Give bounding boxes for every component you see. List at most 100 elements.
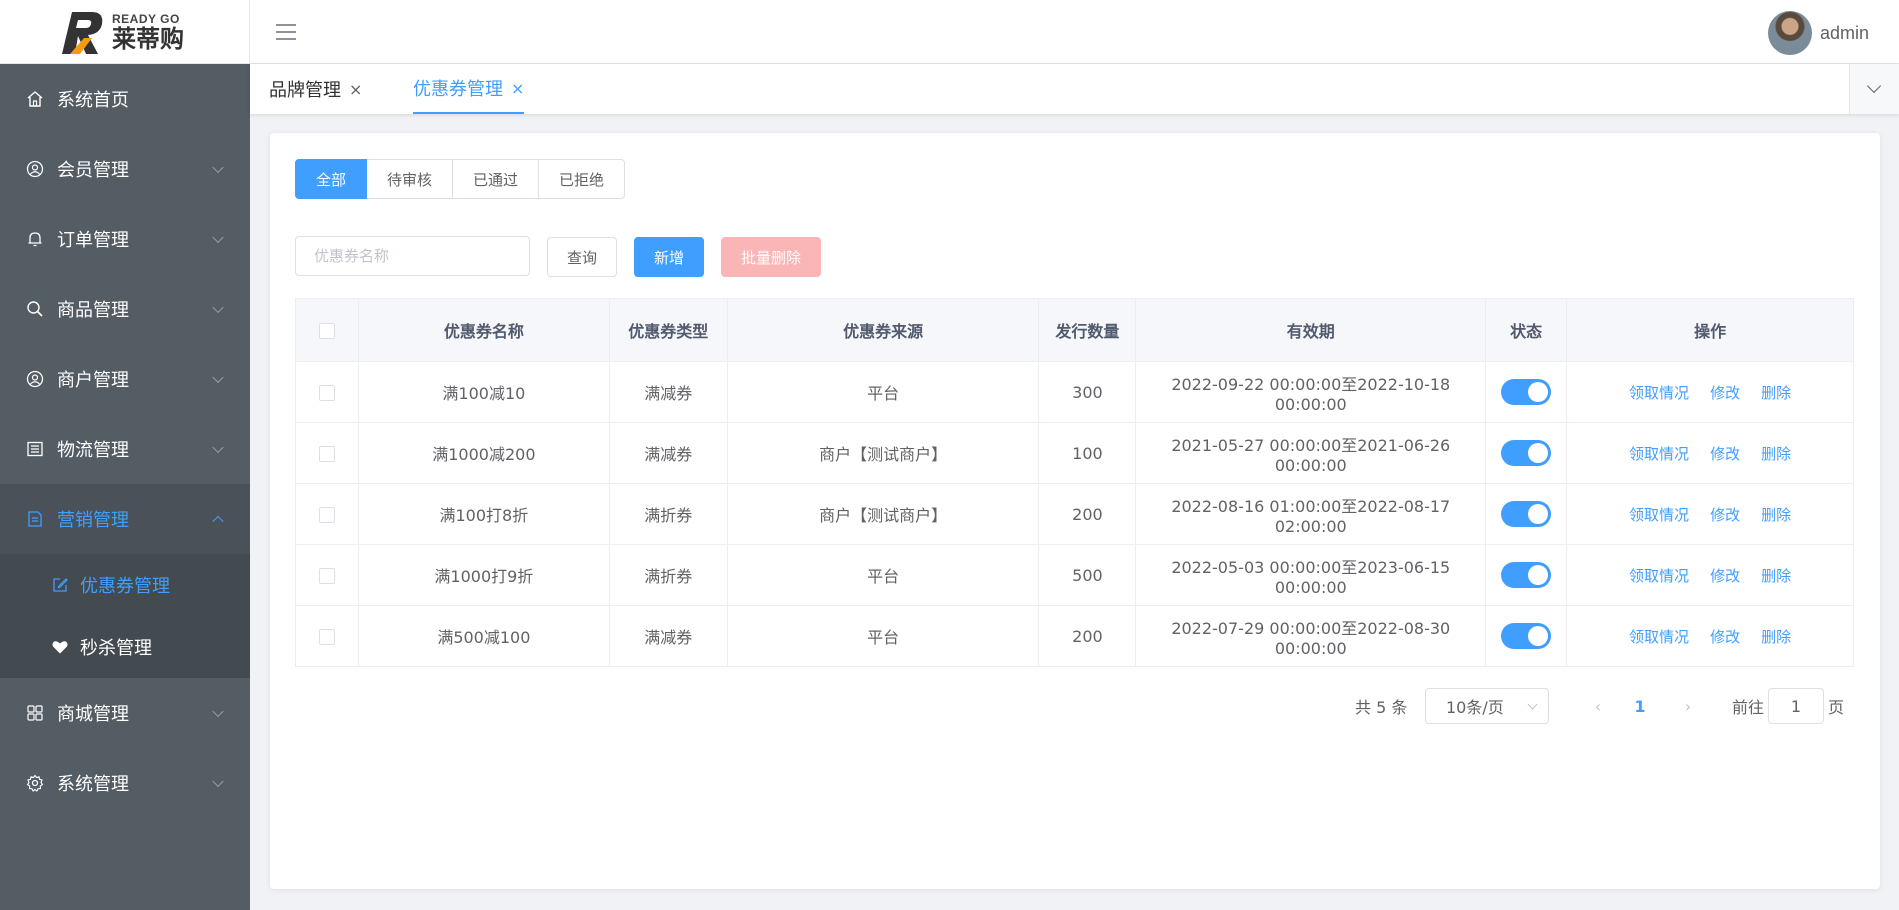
row-checkbox[interactable] xyxy=(318,568,335,584)
sidebar-item-label: 商户管理 xyxy=(57,370,129,391)
edit-link[interactable]: 修改 xyxy=(1710,445,1740,463)
close-icon[interactable]: × xyxy=(349,80,362,99)
sidebar-item-mall[interactable]: 商城管理 xyxy=(0,678,250,748)
logo-mark xyxy=(58,8,110,56)
sidebar-subitem-coupons[interactable]: 优惠券管理 xyxy=(0,554,250,616)
menu-toggle-icon[interactable] xyxy=(276,24,296,40)
coupon-source: 平台 xyxy=(726,544,1040,606)
sidebar-subitem-label: 优惠券管理 xyxy=(80,576,170,597)
claims-link[interactable]: 领取情况 xyxy=(1629,567,1689,585)
logo-cn: 莱蒂购 xyxy=(112,24,184,53)
edit-icon xyxy=(50,575,70,595)
table-row: 满1000打9折 满折券 平台 500 2022-05-03 00:00:00至… xyxy=(295,544,1854,606)
avatar xyxy=(1767,11,1812,55)
logo: READY GO 莱蒂购 xyxy=(0,0,250,64)
delete-link[interactable]: 删除 xyxy=(1761,567,1791,585)
sidebar-item-members[interactable]: 会员管理 xyxy=(0,134,250,204)
sidebar-item-products[interactable]: 商品管理 xyxy=(0,274,250,344)
row-checkbox[interactable] xyxy=(318,446,335,462)
delete-link[interactable]: 删除 xyxy=(1761,628,1791,646)
goto-page-input[interactable] xyxy=(1768,688,1825,724)
page-suffix: 页 xyxy=(1828,698,1845,717)
page-number-current[interactable]: 1 xyxy=(1628,688,1652,724)
coupon-period: 2022-08-16 01:00:00至2022-08-17 02:00:00 xyxy=(1135,483,1487,545)
edit-link[interactable]: 修改 xyxy=(1710,628,1740,646)
status-cell xyxy=(1485,544,1568,606)
status-toggle[interactable] xyxy=(1501,501,1552,527)
status-tab-pending[interactable]: 待审核 xyxy=(367,159,454,199)
tab-coupon-management[interactable]: 优惠券管理 × xyxy=(413,64,525,114)
pagination-total: 共 5 条 xyxy=(1355,698,1408,717)
coupon-name-search-input[interactable] xyxy=(295,236,530,276)
user-menu[interactable]: admin xyxy=(1767,11,1869,55)
edit-link[interactable]: 修改 xyxy=(1710,384,1740,402)
status-tab-all[interactable]: 全部 xyxy=(295,159,368,199)
sidebar-subitem-flash-sale[interactable]: 秒杀管理 xyxy=(0,616,250,678)
username: admin xyxy=(1819,22,1869,43)
row-checkbox[interactable] xyxy=(318,629,335,645)
row-select-cell xyxy=(295,544,359,606)
claims-link[interactable]: 领取情况 xyxy=(1629,506,1689,524)
status-toggle[interactable] xyxy=(1501,562,1552,588)
tabs-dropdown-button[interactable] xyxy=(1849,64,1899,114)
row-checkbox[interactable] xyxy=(318,385,335,401)
coupon-type: 满折券 xyxy=(608,544,728,606)
row-select-cell xyxy=(295,422,359,484)
status-cell xyxy=(1485,361,1568,423)
list-icon xyxy=(25,439,45,459)
status-tab-approved[interactable]: 已通过 xyxy=(453,159,540,199)
sidebar-item-merchants[interactable]: 商户管理 xyxy=(0,344,250,414)
query-button[interactable]: 查询 xyxy=(547,237,617,277)
heart-icon xyxy=(50,637,70,657)
status-toggle[interactable] xyxy=(1501,623,1552,649)
row-select-cell xyxy=(295,361,359,423)
delete-link[interactable]: 删除 xyxy=(1761,506,1791,524)
page-size-select[interactable]: 10条/页 xyxy=(1425,688,1549,724)
select-all-checkbox[interactable] xyxy=(318,323,335,339)
sidebar-item-logistics[interactable]: 物流管理 xyxy=(0,414,250,484)
coupon-name: 满100减10 xyxy=(357,361,610,423)
row-checkbox[interactable] xyxy=(318,507,335,523)
search-icon xyxy=(25,299,45,319)
coupon-type: 满减券 xyxy=(608,361,728,423)
close-icon[interactable]: × xyxy=(511,79,524,98)
coupon-name: 满100打8折 xyxy=(357,483,610,545)
status-toggle[interactable] xyxy=(1501,379,1552,405)
coupon-count: 100 xyxy=(1038,422,1137,484)
sidebar-item-marketing[interactable]: 营销管理 xyxy=(0,484,250,554)
column-header: 状态 xyxy=(1485,298,1568,362)
coupon-type: 满折券 xyxy=(608,483,728,545)
logo-en: READY GO xyxy=(112,11,180,26)
coupon-table: 优惠券名称 优惠券类型 优惠券来源 发行数量 有效期 状态 操作 满100减10… xyxy=(295,298,1854,667)
coupon-count: 200 xyxy=(1038,483,1137,545)
coupon-count: 500 xyxy=(1038,544,1137,606)
delete-link[interactable]: 删除 xyxy=(1761,384,1791,402)
next-page-button[interactable]: › xyxy=(1676,688,1700,724)
batch-delete-button[interactable]: 批量删除 xyxy=(721,237,821,277)
tab-brand-management[interactable]: 品牌管理 × xyxy=(269,64,362,114)
claims-link[interactable]: 领取情况 xyxy=(1629,384,1689,402)
user-circle-icon xyxy=(25,369,45,389)
home-icon xyxy=(25,89,45,109)
sidebar-item-system[interactable]: 系统管理 xyxy=(0,748,250,818)
edit-link[interactable]: 修改 xyxy=(1710,567,1740,585)
edit-link[interactable]: 修改 xyxy=(1710,506,1740,524)
add-button[interactable]: 新增 xyxy=(634,237,704,277)
user-icon xyxy=(25,159,45,179)
sidebar-item-orders[interactable]: 订单管理 xyxy=(0,204,250,274)
status-tab-rejected[interactable]: 已拒绝 xyxy=(539,159,626,199)
sidebar-item-label: 订单管理 xyxy=(57,230,129,251)
goto-label: 前往 xyxy=(1732,698,1765,717)
status-toggle[interactable] xyxy=(1501,440,1552,466)
sidebar-item-home[interactable]: 系统首页 xyxy=(0,64,250,134)
prev-page-button[interactable]: ‹ xyxy=(1586,688,1610,724)
sidebar-item-label: 商城管理 xyxy=(57,704,129,725)
row-select-cell xyxy=(295,483,359,545)
claims-link[interactable]: 领取情况 xyxy=(1629,628,1689,646)
table-row: 满1000减200 满减券 商户【测试商户】 100 2021-05-27 00… xyxy=(295,422,1854,484)
claims-link[interactable]: 领取情况 xyxy=(1629,445,1689,463)
bell-icon xyxy=(25,229,45,249)
table-row: 满500减100 满减券 平台 200 2022-07-29 00:00:00至… xyxy=(295,605,1854,667)
delete-link[interactable]: 删除 xyxy=(1761,445,1791,463)
coupon-source: 商户【测试商户】 xyxy=(726,422,1040,484)
